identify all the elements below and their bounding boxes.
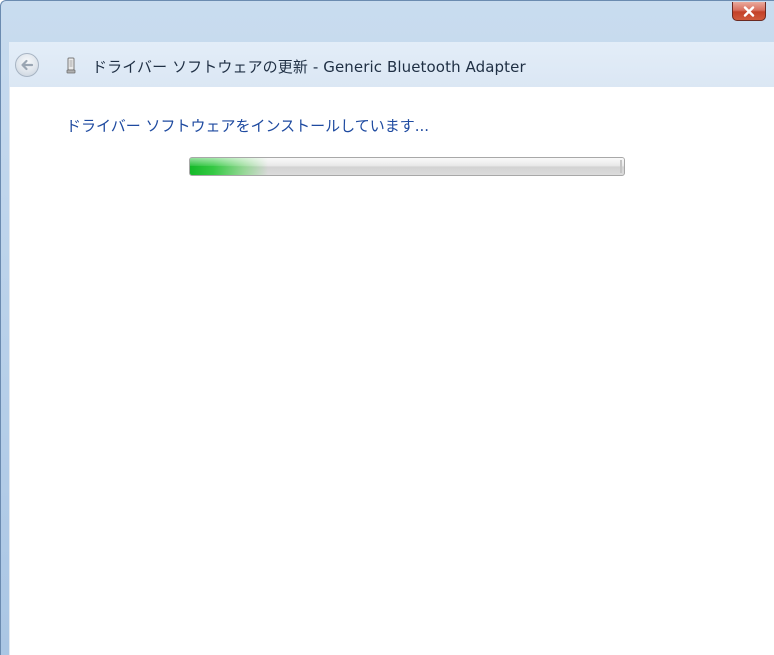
close-button[interactable] — [732, 2, 766, 21]
back-button[interactable] — [15, 53, 39, 77]
close-icon — [743, 5, 755, 17]
window-title: ドライバー ソフトウェアの更新 - Generic Bluetooth Adap… — [92, 58, 526, 76]
progress-end-cap — [620, 160, 622, 173]
back-arrow-icon — [21, 59, 34, 71]
install-status-text: ドライバー ソフトウェアをインストールしています... — [66, 117, 430, 135]
wizard-content: ドライバー ソフトウェアをインストールしています... — [9, 87, 774, 655]
progress-shine — [190, 158, 624, 166]
bluetooth-adapter-icon — [66, 57, 76, 74]
content-edge — [9, 87, 10, 655]
install-progress-bar — [189, 157, 625, 176]
driver-update-window: ドライバー ソフトウェアの更新 - Generic Bluetooth Adap… — [0, 0, 774, 655]
